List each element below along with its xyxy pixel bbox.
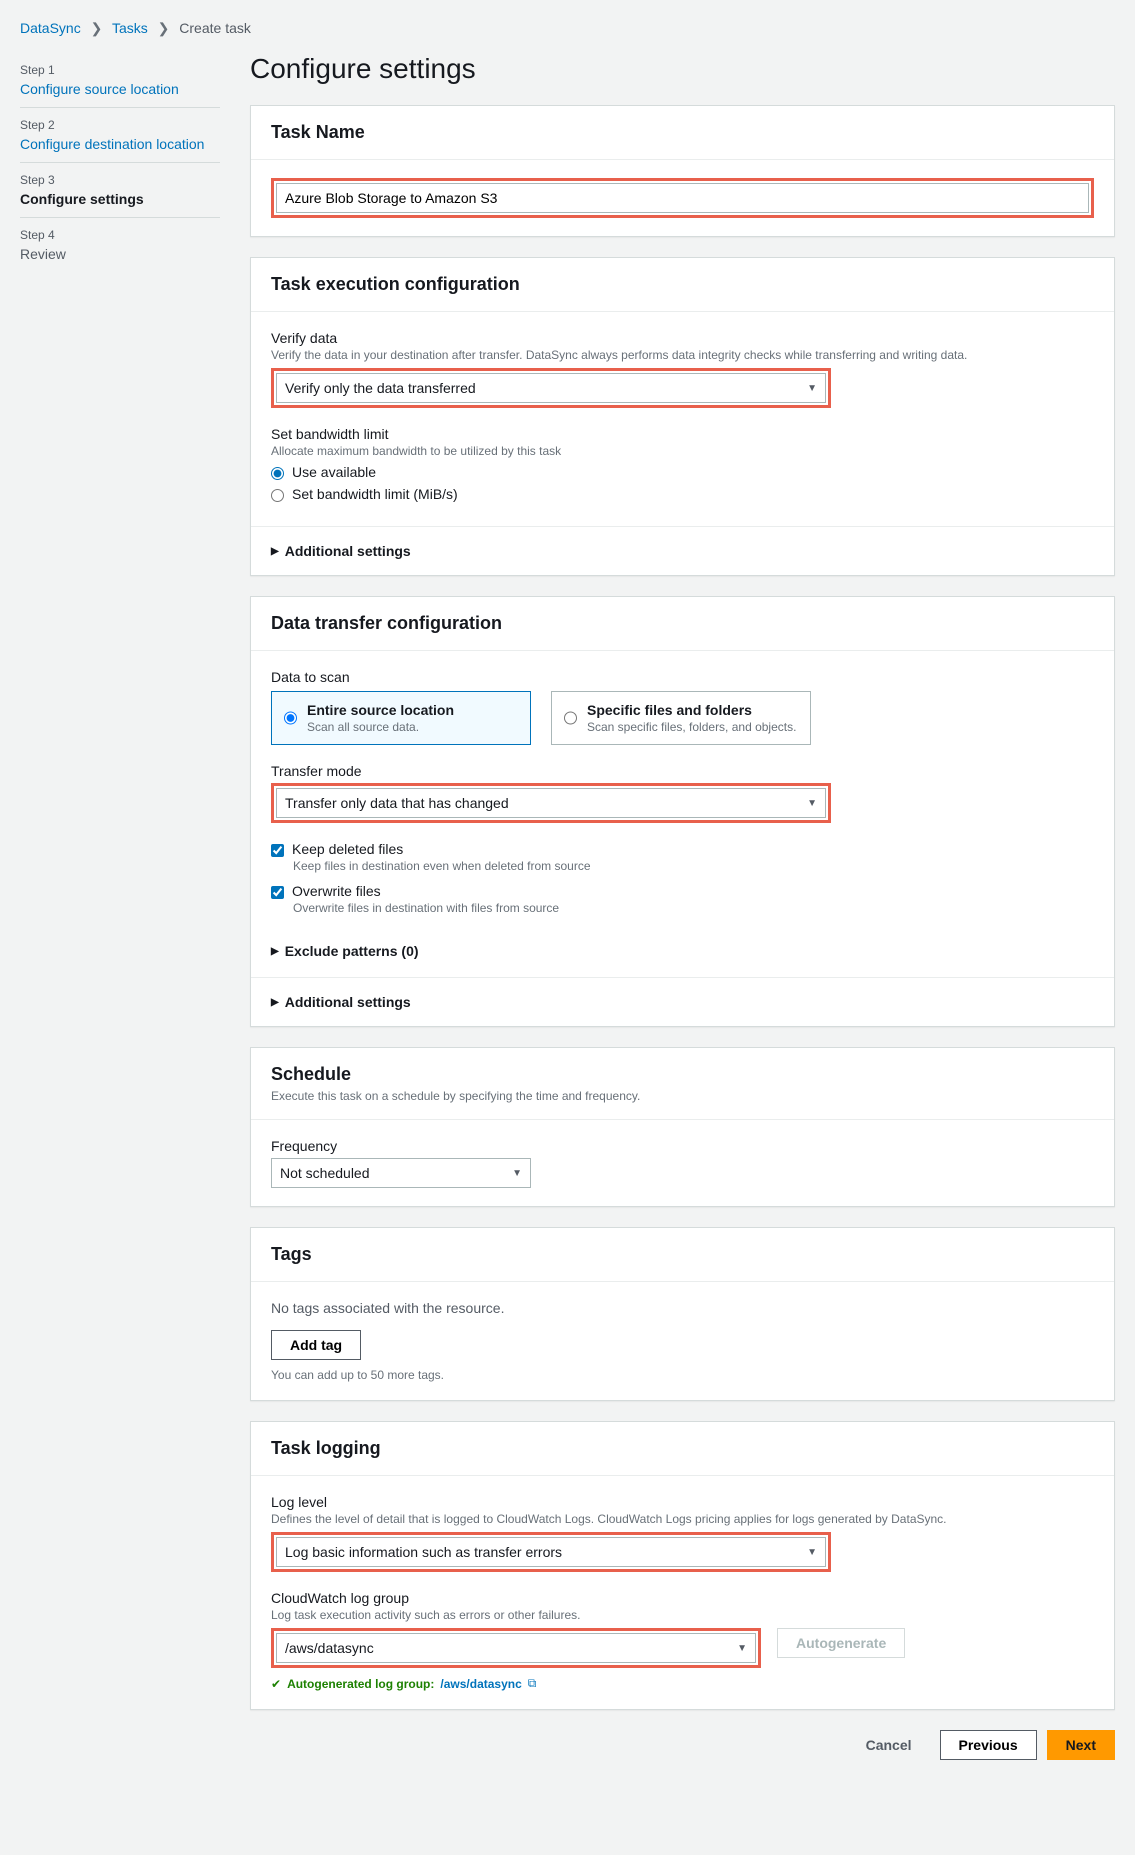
triangle-right-icon: ▶ — [271, 946, 279, 957]
caret-down-icon: ▼ — [737, 1643, 747, 1654]
breadcrumb-current: Create task — [179, 20, 251, 36]
check-circle-icon: ✔ — [271, 1677, 281, 1691]
chevron-right-icon: ❯ — [158, 20, 170, 36]
task-name-heading: Task Name — [271, 122, 1094, 143]
chevron-right-icon: ❯ — [91, 20, 103, 36]
breadcrumb-root[interactable]: DataSync — [20, 20, 81, 36]
overwrite-check[interactable]: Overwrite files — [271, 883, 1094, 899]
group-help: Log task execution activity such as erro… — [271, 1608, 1094, 1622]
caret-down-icon: ▼ — [512, 1168, 522, 1179]
mode-label: Transfer mode — [271, 763, 1094, 779]
cancel-button[interactable]: Cancel — [848, 1730, 930, 1760]
freq-label: Frequency — [271, 1138, 1094, 1154]
freq-select[interactable]: Not scheduled ▼ — [271, 1158, 531, 1188]
schedule-heading: Schedule — [271, 1064, 1094, 1085]
bw-radio-available[interactable]: Use available — [271, 464, 1094, 480]
step-1[interactable]: Step 1 Configure source location — [20, 53, 220, 108]
group-select[interactable]: /aws/datasync ▼ — [276, 1633, 756, 1663]
keep-deleted-check[interactable]: Keep deleted files — [271, 841, 1094, 857]
bw-radio-limit[interactable]: Set bandwidth limit (MiB/s) — [271, 486, 1094, 502]
caret-down-icon: ▼ — [807, 1547, 817, 1558]
bw-label: Set bandwidth limit — [271, 426, 1094, 442]
bw-help: Allocate maximum bandwidth to be utilize… — [271, 444, 1094, 458]
scan-label: Data to scan — [271, 669, 1094, 685]
transfer-additional-toggle[interactable]: ▶ Additional settings — [271, 994, 1094, 1010]
step-4: Step 4 Review — [20, 218, 220, 272]
step-3: Step 3 Configure settings — [20, 163, 220, 218]
tags-limit: You can add up to 50 more tags. — [271, 1368, 1094, 1382]
logging-heading: Task logging — [271, 1438, 1094, 1459]
add-tag-button[interactable]: Add tag — [271, 1330, 361, 1360]
panel-schedule: Schedule Execute this task on a schedule… — [250, 1047, 1115, 1207]
keep-help: Keep files in destination even when dele… — [293, 859, 1094, 873]
tags-heading: Tags — [271, 1244, 1094, 1265]
breadcrumb-tasks[interactable]: Tasks — [112, 20, 148, 36]
panel-tags: Tags No tags associated with the resourc… — [250, 1227, 1115, 1401]
next-button[interactable]: Next — [1047, 1730, 1115, 1760]
verify-label: Verify data — [271, 330, 1094, 346]
scan-tile-specific[interactable]: Specific files and folders Scan specific… — [551, 691, 811, 745]
caret-down-icon: ▼ — [807, 798, 817, 809]
autogen-success: ✔ Autogenerated log group: /aws/datasync… — [271, 1676, 1094, 1691]
autogenerate-button: Autogenerate — [777, 1628, 905, 1658]
exclude-toggle[interactable]: ▶ Exclude patterns (0) — [271, 943, 1094, 959]
step-2[interactable]: Step 2 Configure destination location — [20, 108, 220, 163]
mode-select[interactable]: Transfer only data that has changed ▼ — [276, 788, 826, 818]
overwrite-help: Overwrite files in destination with file… — [293, 901, 1094, 915]
wizard-sidebar: Step 1 Configure source location Step 2 … — [20, 53, 220, 1760]
exec-additional-toggle[interactable]: ▶ Additional settings — [271, 543, 1094, 559]
verify-help: Verify the data in your destination afte… — [271, 348, 1094, 362]
panel-exec-config: Task execution configuration Verify data… — [250, 257, 1115, 576]
group-label: CloudWatch log group — [271, 1590, 1094, 1606]
level-help: Defines the level of detail that is logg… — [271, 1512, 1094, 1526]
external-link-icon: ⧉ — [528, 1676, 537, 1691]
caret-down-icon: ▼ — [807, 383, 817, 394]
panel-logging: Task logging Log level Defines the level… — [250, 1421, 1115, 1710]
scan-tile-entire[interactable]: Entire source location Scan all source d… — [271, 691, 531, 745]
triangle-right-icon: ▶ — [271, 997, 279, 1008]
exec-heading: Task execution configuration — [271, 274, 1094, 295]
previous-button[interactable]: Previous — [940, 1730, 1037, 1760]
task-name-input[interactable] — [276, 183, 1089, 213]
breadcrumb: DataSync ❯ Tasks ❯ Create task — [20, 20, 1115, 37]
page-title: Configure settings — [250, 53, 1115, 85]
level-select[interactable]: Log basic information such as transfer e… — [276, 1537, 826, 1567]
verify-select[interactable]: Verify only the data transferred ▼ — [276, 373, 826, 403]
autogen-link[interactable]: /aws/datasync — [440, 1677, 521, 1691]
triangle-right-icon: ▶ — [271, 546, 279, 557]
wizard-footer: Cancel Previous Next — [250, 1730, 1115, 1760]
schedule-sub: Execute this task on a schedule by speci… — [271, 1089, 1094, 1103]
tags-empty: No tags associated with the resource. — [271, 1300, 1094, 1316]
panel-task-name: Task Name — [250, 105, 1115, 237]
level-label: Log level — [271, 1494, 1094, 1510]
transfer-heading: Data transfer configuration — [271, 613, 1094, 634]
panel-transfer-config: Data transfer configuration Data to scan… — [250, 596, 1115, 1027]
